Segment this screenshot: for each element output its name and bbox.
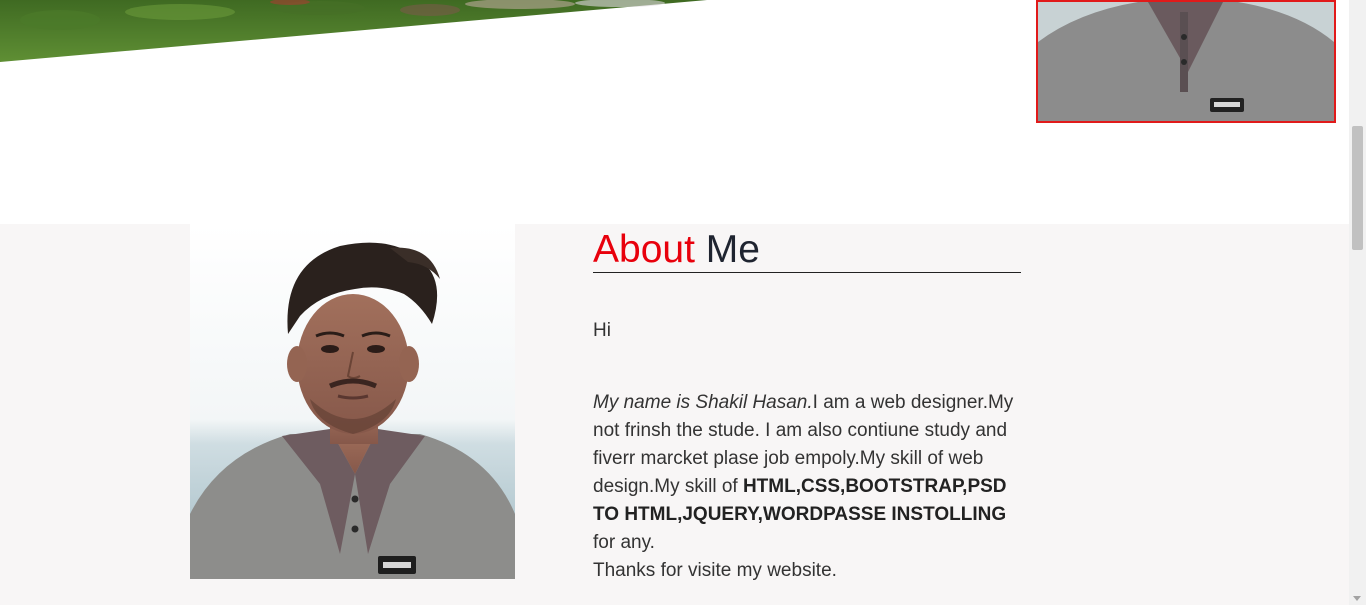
about-section: About Me Hi My name is Shakil Hasan.I am…: [0, 224, 1349, 605]
hero-section: [0, 0, 1349, 224]
scroll-down-arrow-icon[interactable]: [1353, 596, 1361, 601]
about-heading-accent: About: [593, 228, 695, 271]
about-profile-photo: [190, 224, 515, 579]
about-heading-rest: Me: [705, 228, 760, 271]
bio-text-2: for any.: [593, 532, 655, 553]
person-photo-crop: [1038, 2, 1334, 121]
bio-closing: Thanks for visite my website.: [593, 560, 837, 581]
about-bio: My name is Shakil Hasan.I am a web desig…: [593, 389, 1023, 585]
page: About Me Hi My name is Shakil Hasan.I am…: [0, 0, 1366, 605]
about-heading: About Me: [593, 224, 1021, 273]
vertical-scrollbar[interactable]: [1349, 0, 1366, 605]
about-greeting: Hi: [593, 320, 611, 341]
person-photo: [190, 224, 515, 579]
scrollbar-thumb[interactable]: [1352, 126, 1363, 250]
hero-profile-thumbnail[interactable]: [1036, 0, 1336, 123]
bio-intro: My name is Shakil Hasan.: [593, 392, 813, 413]
about-content: About Me Hi My name is Shakil Hasan.I am…: [593, 224, 1023, 605]
